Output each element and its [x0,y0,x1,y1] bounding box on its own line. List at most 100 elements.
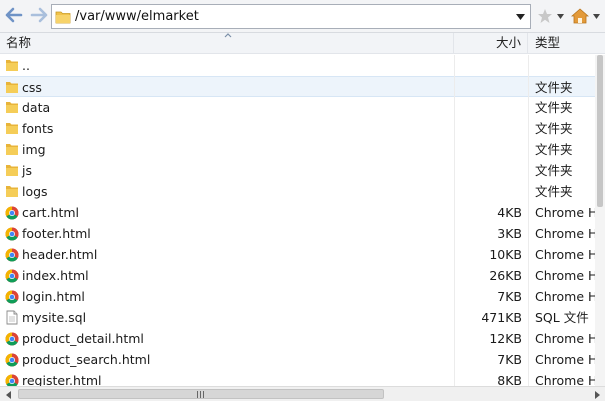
folder-icon [5,142,19,157]
file-type: Chrome HTML [535,331,595,346]
file-row[interactable]: footer.html 3KB Chrome HTML [0,223,605,244]
chrome-icon [5,352,19,367]
home-button[interactable] [570,6,590,26]
file-name: .. [22,58,30,73]
file-row[interactable]: css 文件夹 [0,76,605,97]
column-header: 名称 大小 类型 [0,33,605,54]
file-row[interactable]: register.html 8KB Chrome HTML [0,370,605,386]
file-name: img [22,142,46,157]
file-name-cell[interactable]: js [0,160,454,181]
back-arrow-icon [5,7,23,23]
file-row[interactable]: index.html 26KB Chrome HTML [0,265,605,286]
file-name: index.html [22,268,89,283]
file-size [455,118,528,139]
address-bar[interactable]: /var/www/elmarket [51,4,531,29]
vertical-scrollbar[interactable] [595,55,605,386]
column-divider [528,55,529,386]
file-name: css [22,80,42,95]
file-type: 文件夹 [535,163,573,178]
file-name-cell[interactable]: .. [0,55,454,76]
file-name-cell[interactable]: img [0,139,454,160]
grip-icon [197,391,204,398]
scroll-right-button[interactable] [590,389,604,400]
file-name-cell[interactable]: footer.html [0,223,454,244]
file-name-cell[interactable]: product_detail.html [0,328,454,349]
file-name-cell[interactable]: index.html [0,265,454,286]
file-type: Chrome HTML [535,268,595,283]
file-row[interactable]: logs 文件夹 [0,181,605,202]
chrome-icon [5,205,19,220]
file-name-cell[interactable]: register.html [0,370,454,386]
file-row[interactable]: product_detail.html 12KB Chrome HTML [0,328,605,349]
column-type-header[interactable]: 类型 [529,33,605,54]
bookmark-button[interactable] [536,6,554,26]
file-type: Chrome HTML [535,247,595,262]
file-type: SQL 文件 [535,310,589,325]
file-name: logs [22,184,48,199]
vertical-scroll-thumb[interactable] [597,55,603,207]
file-row[interactable]: mysite.sql 471KB SQL 文件 [0,307,605,328]
file-type [529,55,595,76]
home-dropdown[interactable] [592,6,600,26]
folder-icon [5,121,19,136]
horizontal-scroll-thumb[interactable] [18,389,384,399]
file-name: footer.html [22,226,91,241]
file-type: Chrome HTML [535,226,595,241]
chrome-icon [5,247,19,262]
file-name-cell[interactable]: mysite.sql [0,307,454,328]
home-icon [571,8,589,24]
file-name-cell[interactable]: product_search.html [0,349,454,370]
file-type: Chrome HTML [535,373,595,386]
file-name: cart.html [22,205,80,220]
address-path[interactable]: /var/www/elmarket [75,9,199,24]
file-name: header.html [22,247,98,262]
file-name-cell[interactable]: logs [0,181,454,202]
file-size: 7KB [497,289,522,304]
column-size-header[interactable]: 大小 [455,33,528,54]
dropdown-arrow-icon[interactable] [516,14,525,20]
file-size [455,139,528,160]
folder-icon [55,11,71,24]
file-type: 文件夹 [535,121,573,136]
file-row[interactable]: header.html 10KB Chrome HTML [0,244,605,265]
back-button[interactable] [3,4,25,26]
file-name-cell[interactable]: fonts [0,118,454,139]
file-name-cell[interactable]: css [0,77,454,98]
file-name: fonts [22,121,54,136]
file-name: register.html [22,373,102,386]
file-row[interactable]: js 文件夹 [0,160,605,181]
file-type: Chrome HTML [535,352,595,367]
file-name-cell[interactable]: login.html [0,286,454,307]
file-row[interactable]: data 文件夹 [0,97,605,118]
file-size [455,181,528,202]
file-row[interactable]: product_search.html 7KB Chrome HTML [0,349,605,370]
chrome-icon [5,331,19,346]
file-row[interactable]: login.html 7KB Chrome HTML [0,286,605,307]
bookmark-dropdown[interactable] [556,6,564,26]
horizontal-scrollbar[interactable] [0,386,605,401]
file-size [455,55,528,76]
chevron-down-icon [592,13,600,19]
file-size: 10KB [489,247,522,262]
chrome-icon [5,289,19,304]
file-name-cell[interactable]: header.html [0,244,454,265]
file-row[interactable]: .. [0,55,605,76]
file-name-cell[interactable]: cart.html [0,202,454,223]
file-size [455,97,528,118]
file-row[interactable]: fonts 文件夹 [0,118,605,139]
star-icon [538,9,552,23]
scroll-left-button[interactable] [1,389,15,400]
file-size: 3KB [497,226,522,241]
file-name-cell[interactable]: data [0,97,454,118]
forward-button[interactable] [28,4,50,26]
folder-icon [5,58,19,73]
chrome-icon [5,226,19,241]
file-list: .. css 文件夹 data 文件夹 fonts 文件夹 img 文件夹 js 文件夹 logs 文件… [0,55,605,386]
file-name: product_detail.html [22,331,144,346]
folder-icon [5,100,19,115]
toolbar: /var/www/elmarket [0,0,605,33]
file-size: 26KB [489,268,522,283]
file-row[interactable]: img 文件夹 [0,139,605,160]
file-row[interactable]: cart.html 4KB Chrome HTML [0,202,605,223]
folder-icon [5,80,19,95]
